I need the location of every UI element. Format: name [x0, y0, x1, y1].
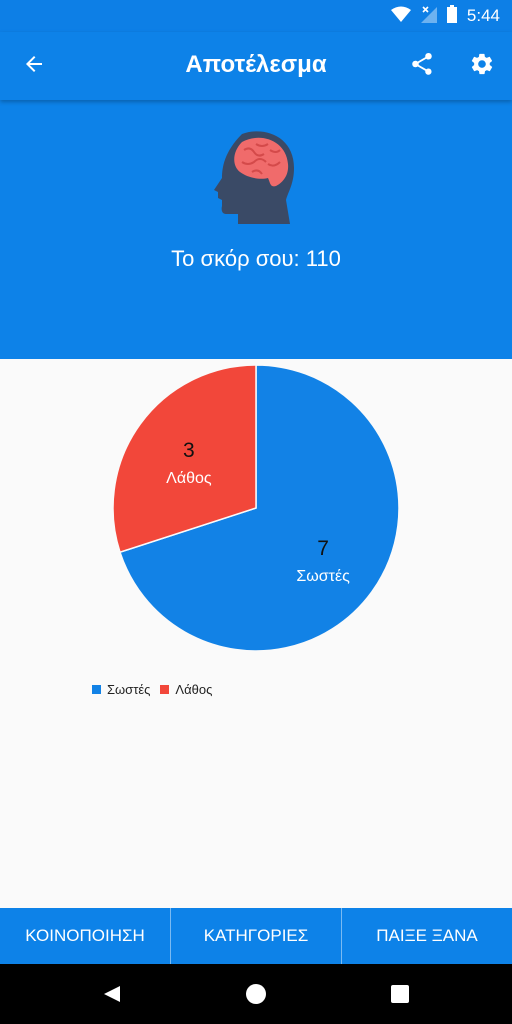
results-chart: 7 Σωστές 3 Λάθος Σωστές Λάθος [0, 359, 512, 908]
legend-swatch-wrong [160, 685, 170, 694]
battery-icon [446, 4, 457, 28]
share-button[interactable] [406, 50, 438, 82]
brain-head-icon [212, 128, 302, 228]
score-text: Το σκόρ σου: 110 [171, 246, 341, 271]
legend-label-correct: Σωστές [107, 682, 151, 697]
recents-square-icon[interactable] [388, 982, 412, 1006]
app-bar: Αποτέλεσμα [0, 32, 512, 100]
pie-chart: 7 Σωστές 3 Λάθος [112, 364, 400, 652]
settings-button[interactable] [466, 50, 498, 82]
legend-item-wrong: Λάθος [160, 682, 212, 697]
legend-item-correct: Σωστές [92, 682, 150, 697]
share-icon [409, 51, 435, 82]
back-triangle-icon[interactable] [100, 982, 124, 1006]
categories-button[interactable]: ΚΑΤΗΓΟΡΙΕΣ [171, 908, 342, 964]
pie-category-label-1: Λάθος [166, 470, 212, 487]
pie-category-label-0: Σωστές [296, 568, 350, 585]
pie-value-label-0: 7 [317, 537, 329, 560]
status-bar: 5:44 [0, 0, 512, 32]
score-header: Το σκόρ σου: 110 [0, 100, 512, 359]
no-signal-icon [420, 5, 437, 28]
system-nav-bar [0, 964, 512, 1024]
status-time: 5:44 [466, 6, 500, 25]
pie-value-label-1: 3 [183, 439, 195, 462]
status-icons: 5:44 [390, 4, 500, 28]
bottom-action-bar: ΚΟΙΝΟΠΟΙΗΣΗ ΚΑΤΗΓΟΡΙΕΣ ΠΑΙΞΕ ΞΑΝΑ [0, 908, 512, 964]
legend-swatch-correct [92, 685, 101, 694]
play-again-button[interactable]: ΠΑΙΞΕ ΞΑΝΑ [342, 908, 512, 964]
chart-legend: Σωστές Λάθος [92, 682, 222, 697]
wifi-icon [390, 6, 411, 27]
share-text-button[interactable]: ΚΟΙΝΟΠΟΙΗΣΗ [0, 908, 171, 964]
legend-label-wrong: Λάθος [175, 682, 213, 697]
home-circle-icon[interactable] [244, 982, 268, 1006]
gear-icon [469, 51, 495, 82]
